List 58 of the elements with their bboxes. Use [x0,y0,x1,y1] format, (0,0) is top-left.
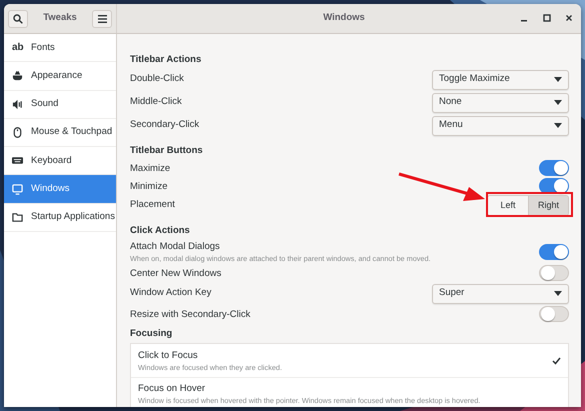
setting-label: Secondary-Click [130,118,200,132]
sidebar-label: Sound [31,97,58,112]
dropdown[interactable]: None [432,92,569,112]
sidebar-item[interactable]: Mouse & Touchpad [4,118,116,148]
dropdown[interactable]: Super [432,284,569,304]
segment-button[interactable]: Right [528,196,568,215]
dropdown[interactable]: Toggle Maximize [432,70,569,90]
sidebar-label: Fonts [31,40,55,55]
app-title: Tweaks [43,11,77,26]
setting-label: Attach Modal Dialogs [130,240,221,252]
sidebar-label: Windows [31,182,70,196]
maximize-icon[interactable] [543,14,551,22]
sidebar-label: Mouse & Touchpad [31,125,112,140]
sidebar-label: Keyboard [31,154,72,168]
caret-icon [554,123,562,128]
sidebar-item[interactable]: Appearance [4,62,116,91]
setting-label: Placement [130,198,175,212]
keyboard-icon [12,155,23,166]
sidebar-item[interactable]: Windows [4,175,116,204]
section-title: Titlebar Buttons [130,144,203,158]
sidebar-item[interactable]: ab Fonts [4,34,116,62]
caret-icon [554,291,562,296]
window-title: Windows [323,11,366,26]
sidebar-item[interactable]: Startup Applications [4,204,116,232]
setting-label: Maximize [130,162,170,174]
caret-icon [554,100,562,105]
close-icon[interactable] [565,14,573,22]
menu-icon [98,14,106,22]
monitor-icon [12,184,23,195]
sidebar-label: Startup Applications [31,210,115,224]
font-icon: ab [12,42,23,53]
toggle-switch[interactable] [539,265,569,281]
speaker-icon [12,98,23,110]
option-label: Click to Focus [138,348,199,362]
sidebar-label: Appearance [31,68,82,83]
section-title: Click Actions [130,224,190,238]
section-title: Titlebar Actions [130,52,202,67]
search-button[interactable] [8,10,28,28]
caret-icon [554,77,562,82]
checkmark-icon [552,356,561,364]
toggle-switch[interactable] [539,306,569,322]
setting-label: Window Action Key [130,286,212,300]
appearance-icon [12,70,23,82]
toggle-switch[interactable] [539,244,569,260]
setting-label: Double-Click [130,72,184,86]
option-label: Focus on Hover [138,382,206,395]
setting-label: Middle-Click [130,95,182,110]
dropdown[interactable]: Menu [432,116,569,136]
menu-button[interactable] [92,10,112,28]
setting-label: Center New Windows [130,266,222,280]
mouse-icon [12,127,23,138]
sidebar-item[interactable]: Sound [4,90,116,119]
setting-label: Minimize [130,180,168,192]
setting-label: Resize with Secondary-Click [130,308,250,320]
search-icon [13,14,23,24]
section-title: Focusing [130,326,172,341]
folder-icon [12,212,23,223]
toggle-switch[interactable] [539,160,569,176]
